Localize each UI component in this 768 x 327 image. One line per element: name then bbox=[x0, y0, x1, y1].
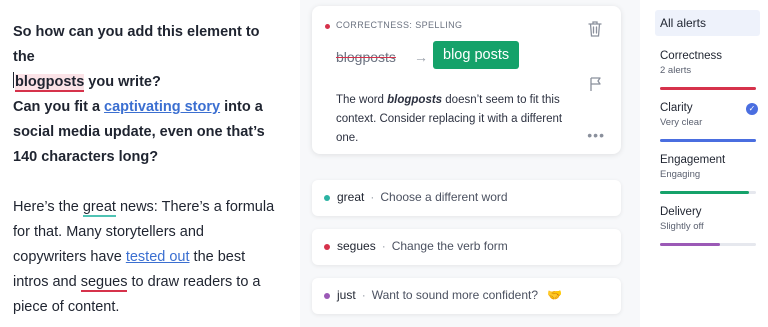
editor-paragraph-3: Here’s the great news: There’s a formula… bbox=[13, 195, 274, 320]
category-correctness[interactable]: Correctness 2 alerts bbox=[660, 50, 756, 90]
original-word: blogposts bbox=[336, 49, 396, 65]
alert-item-great[interactable]: great · Choose a different word bbox=[312, 180, 621, 216]
editor-text: you write? bbox=[84, 74, 161, 90]
alerts-sidebar: All alerts Correctness 2 alerts Clarity … bbox=[648, 0, 768, 327]
alert-word: segues bbox=[337, 239, 376, 253]
flagged-word-blogposts[interactable]: blogposts bbox=[15, 74, 85, 92]
alert-word: great bbox=[337, 190, 365, 204]
desc-word: blogposts bbox=[387, 94, 443, 106]
editor-text: Can you fit a bbox=[13, 99, 105, 115]
alert-content: segues · Change the verb form bbox=[337, 239, 508, 253]
category-name: Clarity bbox=[660, 102, 693, 114]
editor-paragraph-1: So how can you add this element to the b… bbox=[13, 20, 285, 95]
category-bar bbox=[660, 87, 756, 90]
category-status: Engaging bbox=[660, 169, 701, 180]
alert-content: just · Want to sound more confident? 🤝 bbox=[337, 288, 562, 302]
category-delivery[interactable]: Delivery Slightly off bbox=[660, 206, 756, 246]
alert-content: great · Choose a different word bbox=[337, 190, 508, 204]
desc-text: The word bbox=[336, 94, 388, 106]
category-status: Very clear bbox=[660, 117, 703, 128]
alert-hint: Choose a different word bbox=[380, 190, 508, 204]
alert-item-segues[interactable]: segues · Change the verb form bbox=[312, 229, 621, 265]
more-options-icon[interactable]: ••• bbox=[587, 127, 605, 143]
flag-icon[interactable] bbox=[589, 76, 603, 92]
category-status: Slightly off bbox=[660, 221, 704, 232]
alert-hint: Change the verb form bbox=[391, 239, 508, 253]
category-clarity[interactable]: Clarity Very clear ✓ bbox=[660, 102, 758, 142]
editor-text: the best bbox=[189, 249, 246, 265]
suggestion-description: The word blogposts doesn’t seem to fit t… bbox=[336, 91, 584, 148]
category-bar bbox=[660, 191, 756, 194]
alert-item-just[interactable]: just · Want to sound more confident? 🤝 bbox=[312, 278, 621, 314]
editor-text: copywriters have bbox=[13, 249, 126, 265]
category-bar bbox=[660, 139, 756, 142]
category-bar bbox=[660, 243, 756, 246]
suggestion-category: CORRECTNESS: SPELLING bbox=[336, 20, 463, 30]
flagged-word-segues[interactable]: segues bbox=[80, 274, 128, 292]
separator: · bbox=[370, 190, 375, 204]
engagement-dot bbox=[324, 195, 330, 201]
trash-icon[interactable] bbox=[587, 20, 603, 38]
link-tested-out[interactable]: tested out bbox=[126, 249, 190, 265]
editor-text: So how can you add this element to the bbox=[13, 24, 260, 65]
category-bar-fill bbox=[660, 243, 720, 246]
delivery-dot bbox=[324, 293, 330, 299]
category-engagement[interactable]: Engagement Engaging bbox=[660, 154, 756, 194]
flagged-word-great[interactable]: great bbox=[82, 199, 116, 217]
accept-suggestion-button[interactable]: blog posts bbox=[433, 41, 520, 69]
editor-paragraph-2: Can you fit a captivating story into a s… bbox=[13, 95, 265, 170]
alert-hint: Want to sound more confident? bbox=[371, 288, 539, 302]
editor-text: 140 characters long? bbox=[13, 149, 159, 165]
category-status: 2 alerts bbox=[660, 65, 692, 76]
text-cursor bbox=[13, 72, 14, 88]
editor-text: for that. Many storytellers and bbox=[13, 224, 204, 240]
category-bar-fill bbox=[660, 191, 750, 194]
link-captivating-story[interactable]: captivating story bbox=[104, 99, 220, 115]
category-name: Engagement bbox=[660, 154, 726, 166]
alert-word: just bbox=[337, 288, 356, 302]
editor-text: news: There’s a formula bbox=[115, 199, 275, 215]
category-bar-fill bbox=[660, 87, 756, 90]
arrow-right-icon: → bbox=[414, 49, 428, 65]
editor-text: Here’s the bbox=[13, 199, 83, 215]
correctness-dot bbox=[325, 24, 330, 29]
editor-text: social media update, even one that’s bbox=[13, 124, 265, 140]
editor-text: piece of content. bbox=[13, 299, 120, 315]
category-name: Delivery bbox=[660, 206, 702, 218]
handshake-icon: 🤝 bbox=[547, 288, 563, 302]
separator: · bbox=[361, 288, 366, 302]
editor-text: intros and bbox=[13, 274, 81, 290]
editor-text: into a bbox=[220, 99, 263, 115]
category-bar-fill bbox=[660, 139, 756, 142]
category-name: Correctness bbox=[660, 50, 722, 62]
editor-pane[interactable]: So how can you add this element to the b… bbox=[0, 0, 285, 327]
check-icon: ✓ bbox=[746, 103, 758, 115]
suggestions-pane: CORRECTNESS: SPELLING blogposts → blog p… bbox=[300, 0, 640, 327]
separator: · bbox=[381, 239, 386, 253]
correctness-dot bbox=[324, 244, 330, 250]
expanded-suggestion-card[interactable]: CORRECTNESS: SPELLING blogposts → blog p… bbox=[312, 6, 621, 154]
tab-all-alerts[interactable]: All alerts bbox=[655, 10, 760, 36]
editor-text: to draw readers to a bbox=[127, 274, 261, 290]
